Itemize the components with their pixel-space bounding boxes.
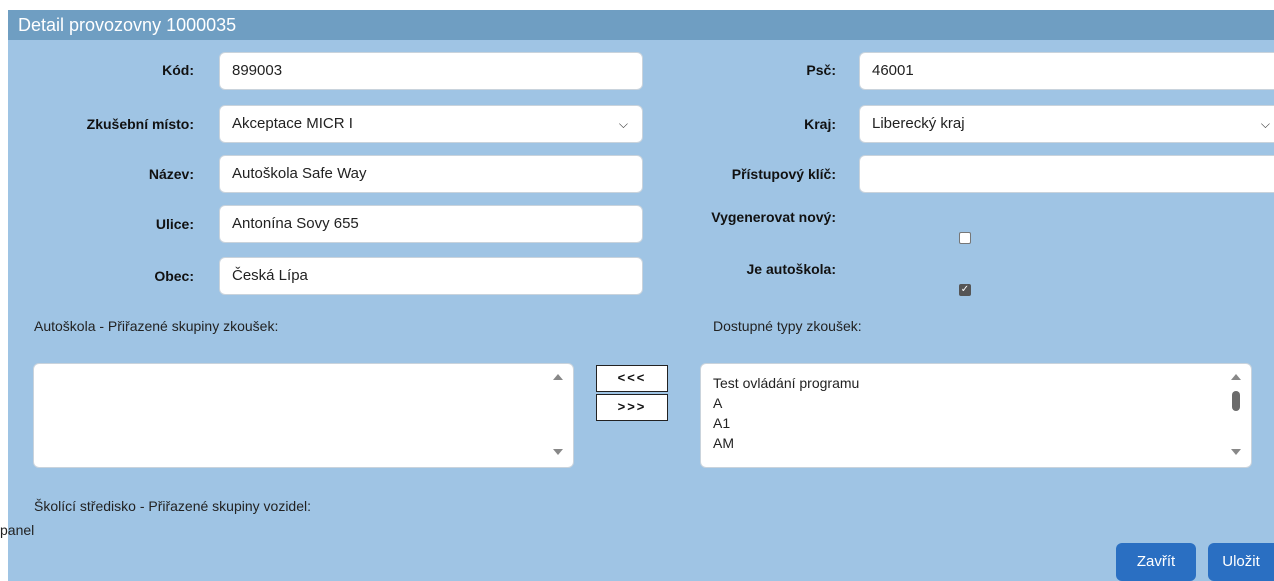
vygenerovat-novy-label: Vygenerovat nový: xyxy=(711,209,836,225)
chevron-down-icon: ⌵ xyxy=(1260,117,1270,131)
assigned-groups-label: Autoškola - Přiřazené skupiny zkoušek: xyxy=(34,318,279,334)
vehicle-groups-panel-placeholder: panel xyxy=(0,522,35,538)
kod-input[interactable]: 899003 xyxy=(219,52,643,90)
obec-label: Obec: xyxy=(154,268,194,284)
je-autoskola-label: Je autoškola: xyxy=(746,261,836,277)
scroll-up-icon[interactable] xyxy=(1231,374,1241,380)
assigned-groups-listbox[interactable] xyxy=(33,363,574,468)
scroll-up-icon[interactable] xyxy=(553,374,563,380)
pristupovy-klic-label: Přístupový klíč: xyxy=(731,166,836,182)
available-types-label: Dostupné typy zkoušek: xyxy=(713,318,862,334)
vygenerovat-novy-checkbox[interactable] xyxy=(959,232,971,244)
nazev-label: Název: xyxy=(148,166,194,182)
nazev-input[interactable]: Autoškola Safe Way xyxy=(219,155,643,193)
kod-label: Kód: xyxy=(162,62,194,78)
scrollbar-thumb[interactable] xyxy=(1232,391,1240,411)
move-left-button[interactable]: <<< xyxy=(596,365,668,392)
ulice-input[interactable]: Antonína Sovy 655 xyxy=(219,205,643,243)
list-item[interactable]: Test ovládání programu xyxy=(701,373,1251,393)
scroll-down-icon[interactable] xyxy=(553,449,563,455)
chevron-down-icon: ⌵ xyxy=(618,117,628,131)
vehicle-groups-label: Školící středisko - Přiřazené skupiny vo… xyxy=(34,498,311,514)
kraj-value: Liberecký kraj xyxy=(872,115,965,132)
save-button[interactable]: Uložit xyxy=(1208,543,1274,581)
zkusebni-misto-value: Akceptace MICR I xyxy=(232,115,353,132)
psc-label: Psč: xyxy=(806,62,836,78)
available-types-listbox[interactable]: Test ovládání programu A A1 AM xyxy=(700,363,1252,468)
move-right-button[interactable]: >>> xyxy=(596,394,668,421)
ulice-label: Ulice: xyxy=(155,216,194,232)
pristupovy-klic-input[interactable] xyxy=(859,155,1274,193)
kraj-label: Kraj: xyxy=(804,116,836,132)
close-button[interactable]: Zavřít xyxy=(1116,543,1196,581)
list-item[interactable]: AM xyxy=(701,433,1251,453)
je-autoskola-checkbox[interactable]: ✓ xyxy=(959,284,971,296)
kraj-select[interactable]: Liberecký kraj ⌵ xyxy=(859,105,1274,143)
scroll-down-icon[interactable] xyxy=(1231,449,1241,455)
list-item[interactable]: A1 xyxy=(701,413,1251,433)
zkusebni-misto-select[interactable]: Akceptace MICR I ⌵ xyxy=(219,105,643,143)
page-top-strip xyxy=(0,0,1274,10)
psc-input[interactable]: 46001 xyxy=(859,52,1274,90)
checkmark-icon: ✓ xyxy=(960,284,970,295)
zkusebni-misto-label: Zkušební místo: xyxy=(86,116,194,132)
dialog-title: Detail provozovny 1000035 xyxy=(8,10,1274,40)
obec-input[interactable]: Česká Lípa xyxy=(219,257,643,295)
list-item[interactable]: A xyxy=(701,393,1251,413)
